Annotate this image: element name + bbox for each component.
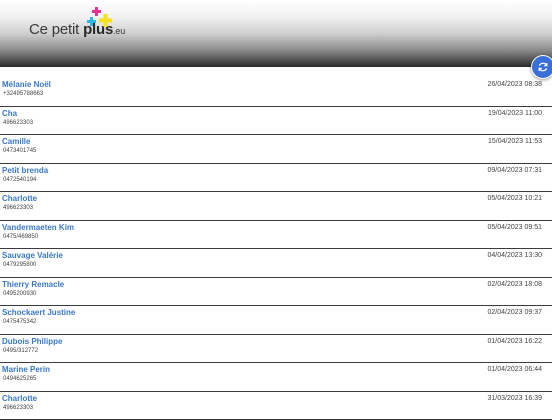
refresh-button[interactable]: [531, 55, 552, 79]
contact-date: 02/04/2023 18:08: [488, 281, 543, 288]
contact-date: 01/04/2023 16:22: [488, 338, 543, 345]
contact-name[interactable]: Sauvage Valérie: [2, 251, 63, 260]
contact-date: 26/04/2023 08:38: [488, 81, 543, 88]
logo-text-main: Ce petit: [29, 21, 83, 38]
contact-date: 15/04/2023 11:53: [488, 138, 542, 145]
contact-phone: +32495788663: [3, 91, 43, 97]
contact-list: Mélanie Noël +32495788663 26/04/2023 08:…: [0, 78, 552, 420]
contact-row[interactable]: Schockaert Justine 0475475342 02/04/2023…: [0, 306, 552, 335]
contact-row[interactable]: Vandermaeten Kim 0475/469850 05/04/2023 …: [0, 221, 552, 250]
logo[interactable]: Ce petit plus.eu: [29, 5, 129, 41]
contact-row[interactable]: Camille 0473401745 15/04/2023 11:53: [0, 135, 552, 164]
contact-phone: 0479295800: [3, 262, 36, 268]
contact-name[interactable]: Cha: [2, 109, 17, 118]
contact-name[interactable]: Mélanie Noël: [2, 80, 51, 89]
contact-phone: 0475475342: [3, 319, 36, 325]
contact-name[interactable]: Camille: [2, 137, 30, 146]
contact-name[interactable]: Vandermaeten Kim: [2, 223, 74, 232]
contact-phone: 0475/469850: [3, 234, 38, 240]
contact-name[interactable]: Charlotte: [2, 194, 37, 203]
contact-row[interactable]: Charlotte 496623303 05/04/2023 10:21: [0, 192, 552, 221]
contact-phone: 0494625265: [3, 376, 36, 382]
contact-row[interactable]: Petit brenda 0472540194 09/04/2023 07:31: [0, 164, 552, 193]
contact-row[interactable]: Dubois Philippe 0495/312772 01/04/2023 1…: [0, 335, 552, 364]
plus-magenta-icon: [92, 7, 101, 16]
contact-row[interactable]: Thierry Remacle 0495200930 02/04/2023 18…: [0, 278, 552, 307]
plus-cyan-icon: [87, 17, 96, 26]
contact-date: 02/04/2023 09:37: [488, 309, 543, 316]
contact-phone: 496623303: [3, 120, 33, 126]
contact-name[interactable]: Charlotte: [2, 394, 37, 403]
contact-phone: 496623303: [3, 405, 33, 411]
contact-phone: 0473401745: [3, 148, 36, 154]
contact-name[interactable]: Thierry Remacle: [2, 280, 64, 289]
contact-date: 31/03/2023 16:39: [488, 395, 543, 402]
contact-date: 05/04/2023 10:21: [488, 195, 543, 202]
logo-plus-icons: [85, 5, 117, 31]
app-header: Ce petit plus.eu: [0, 0, 552, 67]
contact-row[interactable]: Marine Perin 0494625265 01/04/2023 06:44: [0, 363, 552, 392]
contact-row[interactable]: Sauvage Valérie 0479295800 04/04/2023 13…: [0, 249, 552, 278]
contact-name[interactable]: Marine Perin: [2, 365, 50, 374]
contact-date: 05/04/2023 09:51: [488, 224, 543, 231]
contact-date: 19/04/2023 11:00: [488, 110, 542, 117]
plus-yellow-icon: [99, 14, 112, 27]
contact-phone: 0495/312772: [3, 348, 38, 354]
contact-date: 01/04/2023 06:44: [488, 366, 543, 373]
refresh-icon: [537, 61, 549, 73]
contact-row[interactable]: Charlotte 496623303 31/03/2023 16:39: [0, 392, 552, 420]
contact-name[interactable]: Petit brenda: [2, 166, 48, 175]
contact-phone: 0495200930: [3, 291, 36, 297]
contact-date: 09/04/2023 07:31: [488, 167, 543, 174]
contact-phone: 496623303: [3, 205, 33, 211]
contact-row[interactable]: Mélanie Noël +32495788663 26/04/2023 08:…: [0, 78, 552, 107]
contact-row[interactable]: Cha 496623303 19/04/2023 11:00: [0, 107, 552, 136]
contact-name[interactable]: Dubois Philippe: [2, 337, 62, 346]
contact-date: 04/04/2023 13:30: [488, 252, 543, 259]
contact-phone: 0472540194: [3, 177, 36, 183]
contact-name[interactable]: Schockaert Justine: [2, 308, 75, 317]
